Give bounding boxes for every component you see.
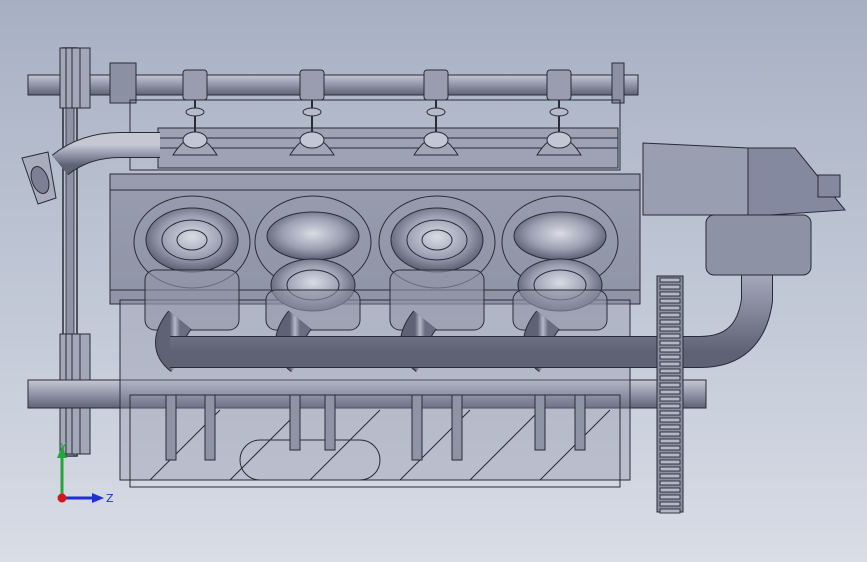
gear-tooth — [659, 326, 681, 332]
gear-tooth — [659, 277, 681, 283]
gear-tooth — [659, 340, 681, 346]
z-arrow-icon — [92, 493, 104, 503]
gear-tooth — [659, 501, 681, 507]
origin-icon — [57, 493, 67, 503]
gear-tooth — [659, 291, 681, 297]
coordinate-triad: Y Z — [57, 441, 114, 505]
gear-tooth — [659, 305, 681, 311]
z-axis-label: Z — [106, 492, 114, 505]
gear-tooth — [659, 438, 681, 444]
gear-tooth — [659, 410, 681, 416]
camshaft[interactable] — [27, 62, 639, 104]
air-filter-box[interactable] — [642, 142, 846, 276]
gear-tooth — [659, 445, 681, 451]
gear-tooth — [659, 452, 681, 458]
gear-tooth — [659, 298, 681, 304]
cad-viewport[interactable]: Y Z — [0, 0, 867, 562]
gear-tooth — [659, 361, 681, 367]
gear-tooth — [659, 431, 681, 437]
gear-tooth — [659, 480, 681, 486]
gear-tooth — [659, 333, 681, 339]
gear-tooth — [659, 424, 681, 430]
engine-assembly-model[interactable] — [0, 0, 867, 562]
gear-tooth — [659, 403, 681, 409]
flywheel-gear[interactable] — [656, 275, 684, 514]
gear-tooth — [659, 375, 681, 381]
gear-tooth — [659, 312, 681, 318]
y-axis-label: Y — [59, 441, 67, 454]
gear-tooth — [659, 319, 681, 325]
gear-tooth — [659, 382, 681, 388]
gear-tooth — [659, 284, 681, 290]
gear-tooth — [659, 389, 681, 395]
gear-tooth — [659, 396, 681, 402]
gear-tooth — [659, 508, 681, 514]
gear-tooth — [659, 487, 681, 493]
gear-tooth — [659, 354, 681, 360]
gear-tooth — [659, 347, 681, 353]
gear-tooth — [659, 417, 681, 423]
gear-tooth — [659, 459, 681, 465]
gear-tooth — [659, 368, 681, 374]
gear-tooth — [659, 466, 681, 472]
gear-tooth — [659, 494, 681, 500]
gear-tooth — [659, 473, 681, 479]
